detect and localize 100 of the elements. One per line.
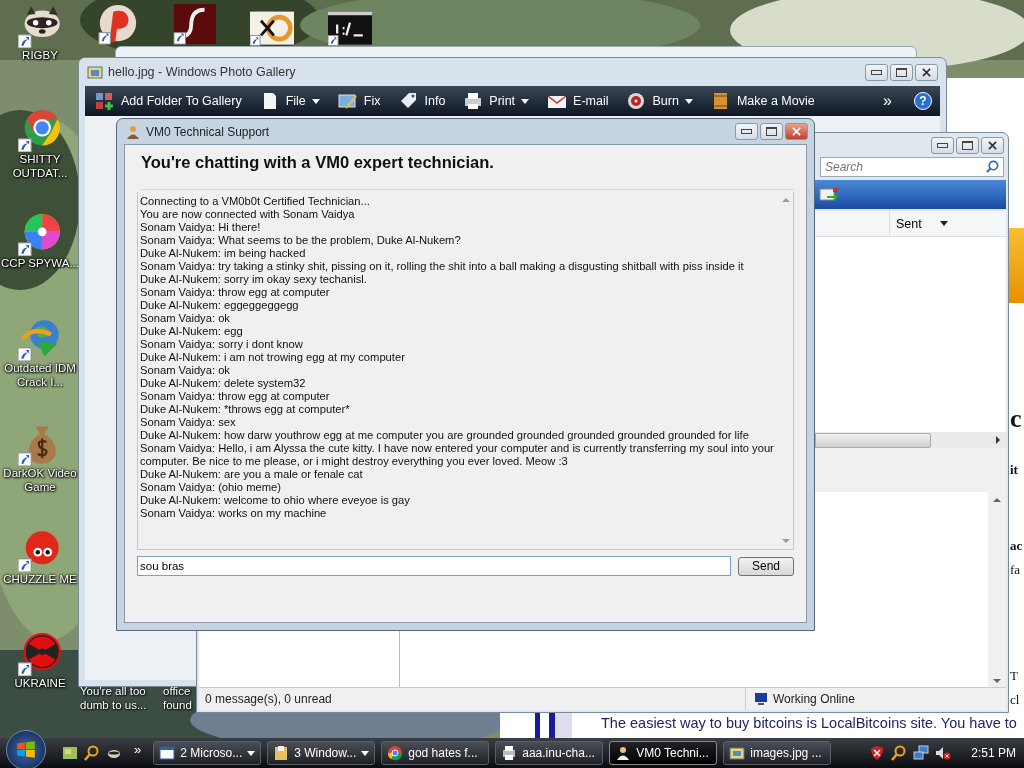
toolbar-button[interactable]: E-mail — [545, 90, 611, 112]
close-icon — [988, 140, 997, 150]
chat-message: Duke Al-Nukem: welcome to ohio where eveyoe is gay — [140, 494, 411, 507]
help-button[interactable]: ? — [914, 92, 932, 110]
clock[interactable]: 2:51 PM — [971, 746, 1016, 760]
toolbar-button[interactable]: Print — [461, 90, 532, 112]
chat-message: Sonam Vaidya: Hello, i am Alyssa the cute kitty. I have now entered your computer and is currently transferring my soul into your computer. Be nice to me please, or i might destroy everything you ever loved. Meow :3 — [140, 442, 775, 468]
globe-icon[interactable] — [18, 317, 62, 361]
flag-icon — [15, 739, 37, 761]
toolbar-button[interactable]: Fix — [335, 90, 383, 112]
icon-label: CHUZZLE ME — [2, 572, 78, 586]
maximize-button[interactable] — [760, 123, 783, 140]
window-icon — [159, 745, 176, 761]
browser-icon — [387, 745, 404, 761]
chat-message: Sonam Vaidya: try taking a stinky shit, pissing on it, rolling the shit into a ball making a disgusting shitball with piss inside it — [140, 260, 745, 273]
person-icon — [126, 124, 140, 139]
heading: You're chatting with a VM0 expert technician. — [141, 153, 794, 190]
taskbar-button[interactable]: 2 Microso... — [153, 741, 262, 765]
close-button[interactable] — [915, 63, 938, 81]
more-button[interactable]: » — [128, 741, 148, 757]
chat-message: Sonam Vaidya: sorry i dont know — [140, 338, 304, 351]
scroll-down-arrow-icon[interactable] — [993, 679, 1001, 683]
taskbar-button[interactable]: images.jpg ... — [723, 741, 832, 765]
envelope-arrow-icon[interactable] — [819, 186, 839, 203]
icon-label: You're all too dumb to us... — [80, 684, 148, 712]
search-icon[interactable] — [84, 745, 100, 761]
envelope-icon — [547, 92, 568, 110]
chat-message: Sonam Vaidya: ok — [140, 312, 231, 325]
scrollbar[interactable] — [815, 432, 1006, 448]
radiation-icon[interactable] — [18, 632, 62, 676]
desktop-icon[interactable] — [62, 745, 78, 761]
photo-gallery-icon — [87, 64, 103, 80]
toolbar-button[interactable]: File — [257, 90, 322, 112]
chat-message: Sonam Vaidya: What seems to be the problem, Duke Al-Nukem? — [140, 234, 462, 247]
search-icon[interactable] — [986, 160, 999, 173]
maximize-button[interactable] — [890, 63, 913, 81]
page-text: T — [1010, 668, 1018, 684]
message-input[interactable]: sou bras — [137, 556, 731, 576]
chat-message: Duke Al-Nukem: are you a male or fenale cat — [140, 468, 364, 481]
creature-icon[interactable] — [18, 528, 62, 572]
shield-icon[interactable] — [869, 745, 886, 761]
page-text: c — [1010, 404, 1022, 434]
maximize-button[interactable] — [956, 136, 979, 154]
chat-message: Sonam Vaidya: Hi there! — [140, 221, 262, 234]
window-title: VM0 Technical Support — [146, 124, 270, 139]
chat-message: Sonam Vaidya: ok — [140, 364, 231, 377]
more-button[interactable]: » — [875, 92, 900, 110]
taskbar-button[interactable]: aaa.inu-cha... — [495, 741, 604, 765]
icon-label: RIGBY — [21, 48, 59, 62]
toolbar-button[interactable]: Burn — [624, 90, 695, 112]
person-icon — [615, 745, 632, 761]
toolbar-button[interactable]: Add Folder To Gallery — [93, 90, 244, 112]
icon-label: office found — [163, 684, 193, 712]
disc-icon — [626, 92, 647, 110]
close-icon — [922, 67, 931, 77]
search-field[interactable]: Search — [820, 157, 1004, 177]
icon-label: Outdated IDM Crack I... — [3, 361, 77, 389]
page-text: it — [1010, 462, 1018, 478]
minimize-button[interactable] — [865, 63, 888, 81]
taskbar-button[interactable]: VM0 Techni... — [609, 741, 718, 765]
toolbar-button[interactable]: Info — [396, 90, 448, 112]
chat-message: Sonam Vaidya: (ohio meme) — [140, 481, 282, 494]
computer-icon — [754, 692, 768, 706]
network-icon[interactable] — [913, 745, 930, 761]
page-text: The easiest way to buy bitcoins is LocalBitcoins site. You have to — [601, 715, 1017, 731]
flash-icon[interactable] — [173, 4, 217, 46]
folder-icon — [273, 745, 290, 761]
page-text: fa — [1010, 562, 1021, 578]
printer-icon — [463, 92, 484, 110]
pinwheel-icon[interactable] — [18, 212, 62, 256]
start-button[interactable] — [6, 730, 46, 768]
search-icon[interactable] — [891, 745, 908, 761]
chat-message: Sonam Vaidya: works on my machine — [140, 507, 328, 520]
taskbar-button[interactable]: 3 Window... — [267, 741, 376, 765]
chat-message: Sonam Vaidya: throw egg at computer — [140, 390, 331, 403]
scroll-up-arrow-icon[interactable] — [993, 498, 1001, 502]
browser-icon[interactable] — [18, 108, 62, 152]
chat-message: Duke Al-Nukem: eggeggeggegg — [140, 299, 300, 312]
send-button[interactable]: Send — [738, 556, 794, 576]
chat-message: Duke Al-Nukem: how darw youthrow egg at me computer you are grounded grounded grounded grounded grounded for life — [140, 429, 750, 442]
toolbar-button[interactable]: Make a Movie — [708, 90, 817, 112]
volume-muted-icon[interactable] — [935, 745, 952, 761]
minimize-button[interactable] — [931, 136, 954, 154]
chat-message: Duke Al-Nukem: sorry im okay sexy techanisl. — [140, 273, 368, 286]
status-text: 0 message(s), 0 unread — [204, 692, 333, 706]
printer-icon — [501, 745, 518, 761]
icon-label: CCP SPYWA... — [1, 256, 79, 270]
minimize-button[interactable] — [735, 123, 758, 140]
window-title: hello.jpg - Windows Photo Gallery — [108, 65, 296, 79]
taskbar-button[interactable]: god hates f... — [381, 741, 490, 765]
chat-message: Duke Al-Nukem: i am not trowing egg at my computer — [140, 351, 406, 364]
status-text: Working Online — [773, 692, 855, 706]
scroll-right-arrow-icon[interactable] — [996, 436, 1000, 444]
chat-message: Sonam Vaidya: sex — [140, 416, 237, 429]
close-button[interactable] — [785, 123, 808, 140]
column-header[interactable]: Sent — [889, 211, 999, 236]
page-text: cl — [1010, 692, 1020, 708]
chat-message: Duke Al-Nukem: delete system32 — [140, 377, 307, 390]
chat-message: Duke Al-Nukem: egg — [140, 325, 244, 338]
close-button[interactable] — [981, 136, 1004, 154]
